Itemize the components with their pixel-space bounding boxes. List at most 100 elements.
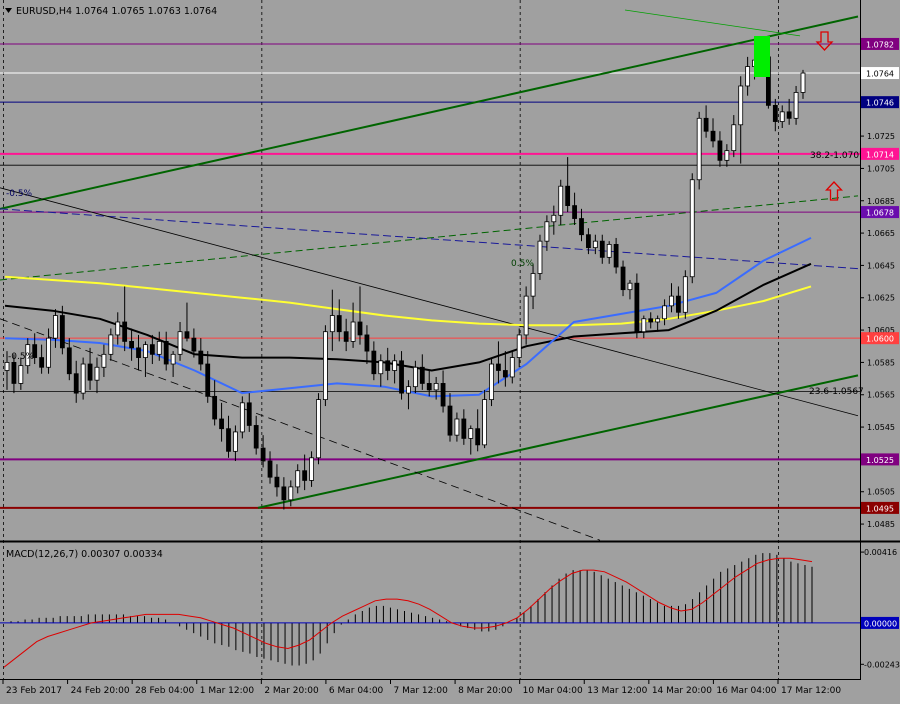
- time-tick-label: 24 Feb 20:00: [71, 686, 130, 696]
- time-tick-label: 6 Mar 04:00: [329, 686, 384, 696]
- time-tick-label: 10 Mar 04:00: [523, 686, 583, 696]
- candle-bull: [509, 357, 515, 378]
- candle-bull: [662, 305, 667, 320]
- fib-382-label: 38.2-1.0707: [810, 151, 865, 161]
- candle-bear: [149, 344, 155, 355]
- price-tick-label: 1.0625: [867, 294, 895, 303]
- price-tick-label: 1.0725: [867, 132, 895, 141]
- price-axis: 1.07651.07451.07251.07051.06851.06651.06…: [860, 37, 900, 669]
- candle-bear: [440, 383, 446, 407]
- candle-bear: [129, 340, 134, 349]
- price-tick-label: 1.0665: [867, 229, 895, 238]
- macd-tick-label: 0.00416: [864, 548, 897, 557]
- candle-bull: [288, 486, 294, 501]
- macd-zero-badge-label: 0.00000: [864, 619, 897, 628]
- candle-bear: [613, 244, 619, 268]
- macd-label: MACD(12,26,7) 0.00307 0.00334: [6, 549, 163, 560]
- candle-bull: [454, 418, 460, 436]
- candle-bull: [779, 111, 785, 122]
- candle-bear: [343, 331, 349, 342]
- candle-bull: [378, 360, 384, 375]
- candle-bear: [260, 447, 266, 462]
- price-badge-label: 1.0782: [866, 40, 894, 49]
- candle-bear: [786, 111, 792, 119]
- candle-bull: [406, 386, 411, 394]
- price-tick-label: 1.0545: [867, 423, 895, 432]
- candle-bull: [641, 318, 647, 333]
- candle-bull: [392, 360, 398, 371]
- candle-bear: [399, 360, 404, 394]
- candle-bear: [634, 282, 640, 333]
- candle-bull: [322, 331, 328, 400]
- candle-bull: [516, 334, 522, 358]
- time-tick-label: 28 Feb 04:00: [135, 686, 194, 696]
- candle-bear: [648, 318, 654, 323]
- candle-bull: [592, 240, 598, 249]
- candle-bear: [364, 334, 370, 352]
- candle-bear: [475, 428, 481, 446]
- candle-bear: [426, 383, 432, 391]
- time-tick-label: 7 Mar 12:00: [394, 686, 449, 696]
- candle-bear: [87, 363, 93, 381]
- candle-bear: [620, 266, 626, 291]
- candle-bear: [274, 476, 280, 488]
- time-tick-label: 1 Mar 12:00: [200, 686, 255, 696]
- price-badge-label: 1.0746: [866, 99, 894, 108]
- candle-bull: [433, 383, 439, 391]
- candle-bear: [502, 370, 508, 378]
- candle-bear: [198, 350, 204, 365]
- candle-bull: [523, 295, 529, 336]
- candle-bull: [4, 362, 10, 371]
- candle-bear: [419, 366, 425, 384]
- candle-bear: [385, 360, 391, 371]
- candle-bull: [544, 221, 550, 242]
- candle-bear: [136, 347, 141, 358]
- candle-bear: [717, 140, 723, 161]
- price-tick-label: 1.0705: [867, 164, 895, 173]
- candle-bull: [233, 431, 238, 452]
- candle-bull: [669, 295, 674, 307]
- candle-bear: [212, 395, 218, 420]
- candle-bull: [316, 399, 321, 459]
- candle-bear: [586, 234, 591, 249]
- candle-bear: [226, 428, 231, 452]
- candle-bull: [530, 273, 536, 297]
- price-tick-label: 1.0565: [867, 391, 895, 400]
- time-tick-label: 16 Mar 04:00: [716, 686, 776, 696]
- candle-bull: [558, 185, 564, 216]
- time-tick-label: 14 Mar 20:00: [652, 686, 712, 696]
- candle-bear: [205, 363, 211, 397]
- candle-bull: [108, 334, 114, 355]
- candle-bear: [772, 104, 778, 122]
- price-tick-label: 1.0585: [867, 358, 895, 367]
- candle-bear: [122, 321, 128, 342]
- symbol-title: EURUSD,H4 1.0764 1.0765 1.0763 1.0764: [16, 6, 217, 17]
- candle-bull: [143, 344, 148, 358]
- candle-bear: [253, 425, 259, 449]
- candle-bull: [156, 340, 162, 355]
- candle-bull: [489, 363, 494, 400]
- price-tick-label: 1.0685: [867, 197, 895, 206]
- candle-bear: [371, 350, 377, 375]
- candle-bull: [537, 240, 543, 274]
- candle-bear: [163, 340, 169, 365]
- macd-pane-bg: [0, 543, 860, 678]
- price-tick-label: 1.0505: [867, 488, 895, 497]
- time-tick-label: 2 Mar 20:00: [264, 686, 319, 696]
- candle-bear: [599, 240, 605, 258]
- candle-bull: [350, 321, 356, 342]
- candle-bear: [267, 460, 273, 478]
- candle-bull: [696, 117, 702, 181]
- candle-bear: [496, 363, 501, 371]
- candle-bull: [468, 428, 474, 439]
- price-tick-label: 1.0485: [867, 520, 895, 529]
- price-badge-label: 1.0714: [866, 150, 894, 159]
- time-tick-label: 17 Mar 12:00: [781, 686, 841, 696]
- candle-bull: [793, 92, 799, 119]
- candle-bull: [101, 353, 107, 368]
- candle-bear: [572, 205, 577, 219]
- candle-bull: [177, 331, 183, 355]
- candle-bear: [703, 117, 709, 132]
- candle-bear: [59, 315, 65, 349]
- candle-bull: [80, 363, 86, 394]
